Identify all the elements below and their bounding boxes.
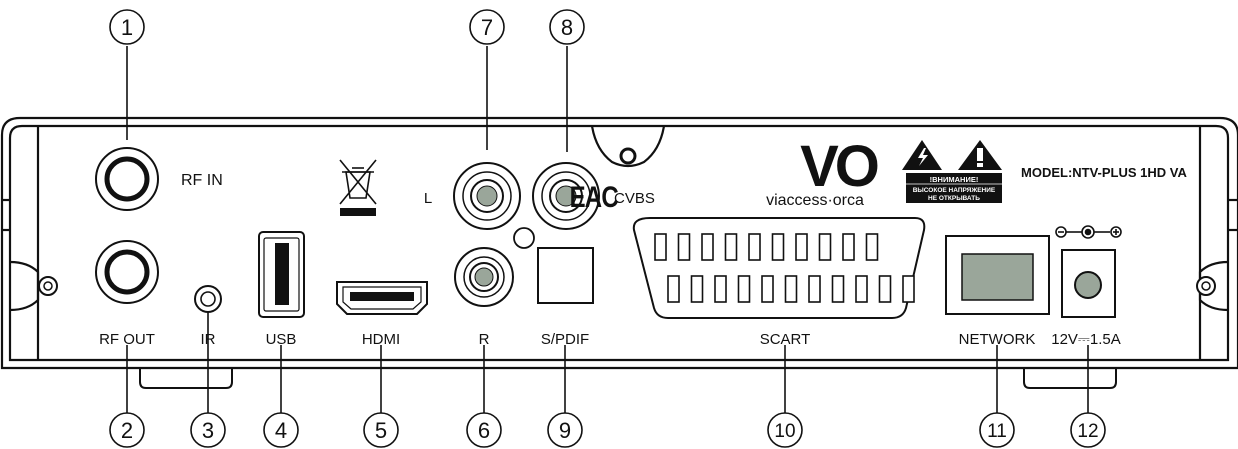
hdmi-port xyxy=(336,281,428,315)
usb-label: USB xyxy=(266,331,297,348)
callout-12: 12 xyxy=(1070,412,1106,448)
scart-pin xyxy=(748,233,761,261)
audio-l-label: L xyxy=(424,190,432,207)
scart-pin xyxy=(831,275,845,303)
callout-4-number: 4 xyxy=(275,418,287,443)
left-screw xyxy=(38,276,58,296)
callout-4: 4 xyxy=(263,412,299,448)
scart-pin xyxy=(855,275,868,303)
scart-pin xyxy=(902,275,915,303)
scart-pin xyxy=(737,275,751,303)
callout-7: 7 xyxy=(469,9,505,45)
callout-8-number: 8 xyxy=(561,15,573,40)
scart-label: SCART xyxy=(760,331,811,348)
scart-pin xyxy=(784,275,798,303)
receiver-rear-panel-diagram: 1 7 8 2 3 4 5 6 9 10 11 12 RF IN RF OUT … xyxy=(0,9,1238,448)
network-port xyxy=(945,235,1050,315)
caution-warning-icon xyxy=(958,140,1002,170)
warning-label: !ВНИМАНИЕ! ВЫСОКОЕ НАПРЯЖЕНИЕ НЕ ОТКРЫВА… xyxy=(906,173,1002,203)
rf-out-connector xyxy=(95,240,159,304)
weee-bin-icon xyxy=(339,159,377,216)
warning-line-1: ВЫСОКОЕ НАПРЯЖЕНИЕ xyxy=(913,187,996,194)
spdif-label: S/PDIF xyxy=(541,331,589,348)
callout-3: 3 xyxy=(190,412,226,448)
ir-jack xyxy=(194,285,222,313)
callout-7-number: 7 xyxy=(481,15,493,40)
spdif-led xyxy=(513,227,535,249)
scart-pin xyxy=(724,233,738,261)
callout-11-number: 11 xyxy=(987,421,1007,442)
high-voltage-warning-icon xyxy=(902,140,942,170)
power-label: 12V⎓1.5A xyxy=(1051,331,1121,348)
model-label: MODEL:NTV-PLUS 1HD VA xyxy=(1021,165,1187,180)
vo-logo: VO xyxy=(800,134,878,199)
callout-1: 1 xyxy=(109,9,145,45)
rca-r-connector xyxy=(454,247,514,307)
callout-2-number: 2 xyxy=(121,418,133,443)
scart-pin xyxy=(667,275,680,303)
usb-port xyxy=(258,231,305,318)
audio-r-label: R xyxy=(479,331,490,348)
scart-port xyxy=(632,217,926,319)
callout-10-number: 10 xyxy=(774,421,795,442)
cvbs-label: CVBS xyxy=(614,190,655,207)
right-screw xyxy=(1196,276,1216,296)
eac-mark: EAC xyxy=(570,179,619,213)
callout-9-number: 9 xyxy=(559,418,571,443)
ir-label: IR xyxy=(201,331,216,348)
polarity-icon xyxy=(1055,225,1122,239)
scart-pin xyxy=(701,233,714,261)
callout-2: 2 xyxy=(109,412,145,448)
dc-power-jack xyxy=(1061,249,1116,318)
scart-pin xyxy=(842,233,855,261)
scart-pin xyxy=(677,233,691,261)
callout-1-number: 1 xyxy=(121,15,133,40)
callout-3-number: 3 xyxy=(202,418,214,443)
viaccess-orca-logo: viaccess·orca xyxy=(766,192,864,209)
callout-6-number: 6 xyxy=(478,418,490,443)
callout-9: 9 xyxy=(547,412,583,448)
scart-pin xyxy=(771,233,785,261)
scart-pin xyxy=(761,275,774,303)
scart-pin xyxy=(878,275,892,303)
callout-11: 11 xyxy=(979,412,1015,448)
warning-line-2: НЕ ОТКРЫВАТЬ xyxy=(928,195,980,202)
callout-5-number: 5 xyxy=(375,418,387,443)
spdif-optical-port xyxy=(537,247,594,304)
callout-12-number: 12 xyxy=(1077,421,1098,442)
left-foot xyxy=(139,368,233,389)
scart-pin xyxy=(818,233,832,261)
callout-5: 5 xyxy=(363,412,399,448)
right-foot xyxy=(1023,368,1117,389)
scart-pin xyxy=(795,233,808,261)
rf-in-connector xyxy=(95,147,159,211)
scart-pin xyxy=(654,233,667,261)
rca-l-connector xyxy=(453,162,521,230)
top-screw-hole xyxy=(619,147,637,165)
hdmi-label: HDMI xyxy=(362,331,400,348)
callout-6: 6 xyxy=(466,412,502,448)
scart-pin xyxy=(714,275,727,303)
rf-in-label: RF IN xyxy=(181,172,223,189)
callout-10: 10 xyxy=(767,412,803,448)
scart-pin xyxy=(865,233,879,261)
callout-8: 8 xyxy=(549,9,585,45)
scart-pin xyxy=(808,275,821,303)
rf-out-label: RF OUT xyxy=(99,331,155,348)
warning-title: !ВНИМАНИЕ! xyxy=(930,175,979,184)
scart-pin xyxy=(690,275,704,303)
network-label: NETWORK xyxy=(959,331,1036,348)
